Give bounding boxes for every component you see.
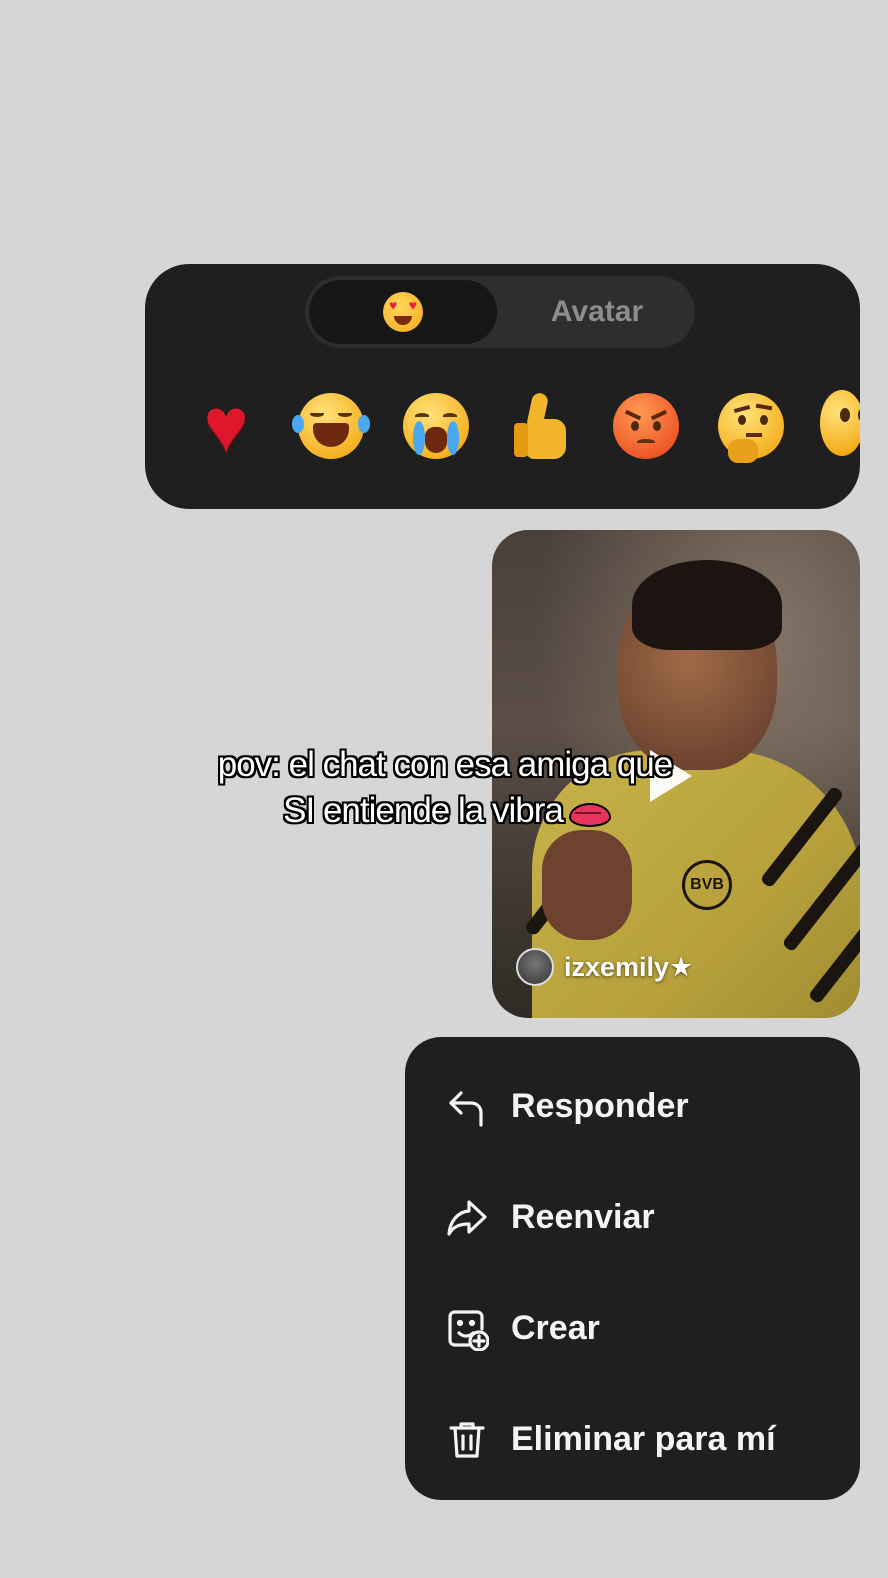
video-author[interactable]: izxemily★ xyxy=(516,948,693,986)
emoji-tab[interactable] xyxy=(309,280,497,344)
angry-face-emoji-icon[interactable] xyxy=(610,390,682,462)
club-crest-icon: BVB xyxy=(682,860,732,910)
reply-arrow-icon xyxy=(449,1090,483,1127)
reply-menu-item[interactable]: Responder xyxy=(405,1051,860,1162)
thumbs-up-emoji-icon[interactable] xyxy=(505,390,577,462)
author-avatar xyxy=(516,948,554,986)
create-label: Crear xyxy=(511,1309,600,1347)
tears-of-joy-emoji-icon[interactable] xyxy=(292,390,370,462)
astonished-face-emoji-icon[interactable] xyxy=(820,390,860,456)
trash-icon xyxy=(449,1421,485,1458)
message-context-menu: Responder Reenviar Crear Eliminar para m… xyxy=(405,1037,860,1500)
reaction-emoji-row: ♥ xyxy=(190,388,860,464)
delete-for-me-label: Eliminar para mí xyxy=(511,1420,776,1458)
caption-line-1: pov: el chat con esa amiga que xyxy=(217,745,673,784)
loudly-crying-emoji-icon[interactable] xyxy=(400,390,472,462)
forward-arrow-icon xyxy=(447,1199,487,1236)
avatar-tab[interactable]: Avatar xyxy=(503,280,691,344)
reaction-panel: Avatar ♥ xyxy=(145,264,860,509)
caption-line-2: SI entiende la vibra xyxy=(150,788,740,834)
red-heart-emoji-icon[interactable]: ♥ xyxy=(190,388,262,464)
author-name: izxemily★ xyxy=(564,951,694,982)
avatar-tab-label: Avatar xyxy=(550,295,644,328)
forward-label: Reenviar xyxy=(511,1198,655,1236)
create-sticker-icon xyxy=(448,1309,489,1351)
delete-for-me-menu-item[interactable]: Eliminar para mí xyxy=(405,1384,860,1495)
reaction-type-toggle: Avatar xyxy=(305,276,695,348)
forward-menu-item[interactable]: Reenviar xyxy=(405,1162,860,1273)
create-menu-item[interactable]: Crear xyxy=(405,1273,860,1384)
lips-emoji-icon xyxy=(568,802,611,827)
heart-eyes-emoji-icon xyxy=(383,292,423,332)
reply-label: Responder xyxy=(511,1087,689,1125)
overlay-caption: pov: el chat con esa amiga que SI entien… xyxy=(150,742,740,834)
thinking-face-emoji-icon[interactable] xyxy=(715,390,787,463)
